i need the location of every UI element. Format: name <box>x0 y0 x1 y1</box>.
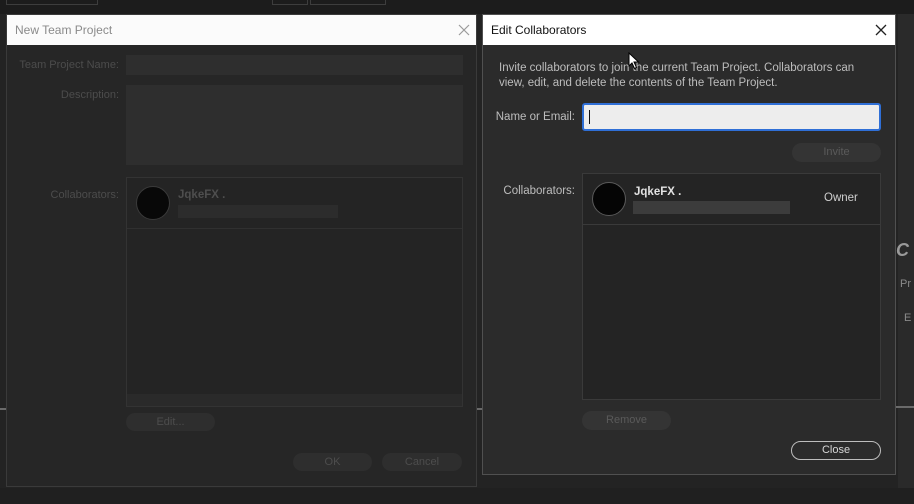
dialog-description: Invite collaborators to join the current… <box>499 62 855 89</box>
collaborator-email-redacted <box>633 201 790 214</box>
dialog-title: Edit Collaborators <box>491 23 587 37</box>
collaborator-email-redacted <box>178 205 338 218</box>
row-divider <box>583 224 880 225</box>
dialog-title: New Team Project <box>15 23 113 37</box>
background-logo: C <box>896 240 909 260</box>
name-or-email-input[interactable] <box>582 103 881 131</box>
close-button[interactable]: Close <box>791 441 881 460</box>
background-tab <box>272 0 308 5</box>
collaborators-label: Collaborators: <box>50 189 119 201</box>
name-or-email-label: Name or Email: <box>495 111 575 123</box>
list-item[interactable]: JqkeFX . Owner <box>583 174 880 224</box>
background-timeline <box>0 488 914 504</box>
collaborators-label: Collaborators: <box>503 185 575 197</box>
text-caret <box>589 110 590 124</box>
scrollbar[interactable] <box>127 394 462 406</box>
collaborators-list: JqkeFX . Owner <box>582 173 881 400</box>
description-label: Description: <box>60 89 119 101</box>
description-input[interactable] <box>126 85 463 165</box>
ok-button[interactable]: OK <box>293 453 372 471</box>
dialog-titlebar: New Team Project <box>7 15 476 45</box>
background-label: E <box>904 312 912 324</box>
team-project-name-label: Team Project Name: <box>19 59 119 71</box>
row-divider <box>127 228 462 229</box>
collaborator-role: Owner <box>824 192 858 204</box>
background-toolbar <box>0 0 914 14</box>
close-icon[interactable] <box>453 19 475 41</box>
team-project-name-input[interactable] <box>126 55 463 75</box>
background-tab <box>6 0 98 5</box>
new-team-project-dialog: New Team Project Team Project Name: Desc… <box>6 14 477 487</box>
cancel-button[interactable]: Cancel <box>382 453 462 471</box>
edit-button[interactable]: Edit... <box>126 413 215 431</box>
background-label: Pr <box>900 278 911 290</box>
avatar <box>136 186 170 220</box>
collaborator-name: JqkeFX . <box>178 189 226 201</box>
remove-button[interactable]: Remove <box>582 411 671 430</box>
close-icon[interactable] <box>870 19 892 41</box>
collaborator-name: JqkeFX . <box>634 186 682 198</box>
collaborators-list: JqkeFX . <box>126 177 463 407</box>
dialog-titlebar: Edit Collaborators <box>483 15 895 45</box>
mouse-pointer-icon <box>628 52 640 70</box>
edit-collaborators-dialog: Edit Collaborators Invite collaborators … <box>482 14 896 475</box>
invite-button[interactable]: Invite <box>792 143 881 162</box>
avatar <box>592 182 626 216</box>
background-tab <box>310 0 386 5</box>
background-divider <box>896 406 914 408</box>
